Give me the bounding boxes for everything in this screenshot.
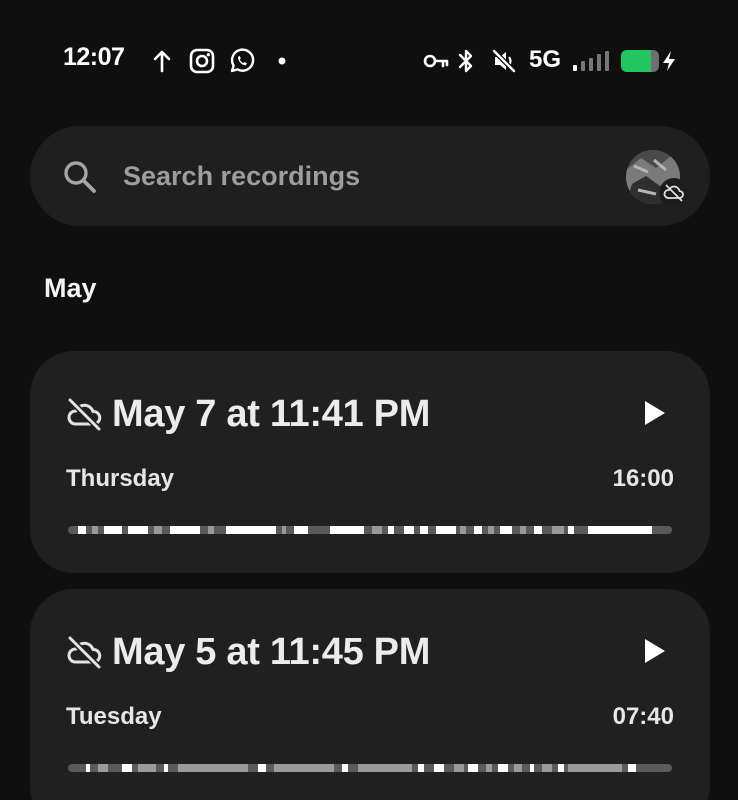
bluetooth-icon	[458, 49, 473, 73]
notification-dot-icon	[278, 57, 286, 65]
search-icon[interactable]	[60, 157, 100, 197]
recorder-screen: 12:07 5G Search recordings May May 7 at …	[0, 0, 738, 800]
recording-day: Thursday	[66, 465, 175, 492]
play-icon[interactable]	[642, 637, 668, 665]
sync-off-badge	[659, 178, 689, 208]
recording-title: May 7 at 11:41 PM	[112, 393, 431, 435]
cloud-off-icon	[67, 397, 102, 431]
recording-duration: 07:40	[612, 703, 674, 730]
recording-day: Tuesday	[66, 703, 162, 730]
instagram-icon	[189, 48, 215, 74]
recording-title: May 5 at 11:45 PM	[112, 631, 431, 673]
play-icon[interactable]	[642, 399, 668, 427]
section-heading-month: May	[44, 273, 97, 303]
whatsapp-icon	[230, 48, 255, 73]
search-input[interactable]: Search recordings	[123, 161, 360, 192]
waveform[interactable]	[68, 526, 672, 534]
mute-icon	[492, 49, 516, 73]
cloud-off-icon	[663, 184, 684, 202]
upload-arrow-icon	[153, 50, 171, 73]
waveform[interactable]	[68, 764, 672, 772]
cloud-off-icon	[67, 635, 102, 669]
signal-icon	[573, 51, 609, 71]
battery-icon	[621, 50, 659, 72]
status-bar: 12:07 5G	[0, 0, 738, 120]
vpn-key-icon	[423, 54, 449, 68]
charging-icon	[663, 51, 675, 71]
recording-card[interactable]: May 7 at 11:41 PM Thursday 16:00	[30, 351, 710, 573]
network-type-label: 5G	[529, 46, 562, 73]
recording-card[interactable]: May 5 at 11:45 PM Tuesday 07:40	[30, 589, 710, 800]
status-time: 12:07	[63, 43, 125, 71]
recording-duration: 16:00	[612, 465, 674, 492]
